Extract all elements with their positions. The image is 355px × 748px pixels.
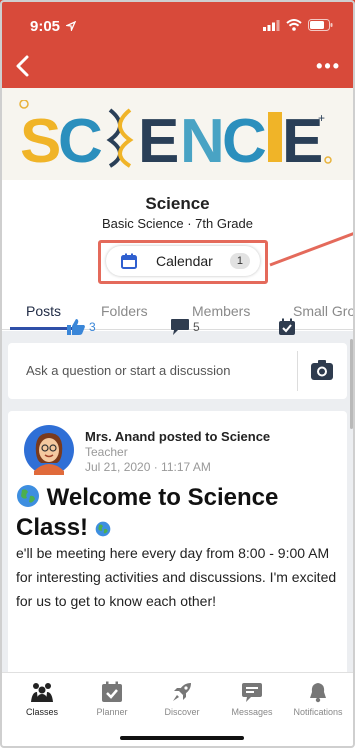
nav-notifications[interactable]: Notifications — [284, 681, 352, 717]
class-title: Science — [145, 194, 210, 213]
camera-icon[interactable] — [310, 359, 334, 381]
ruler-icon — [268, 112, 282, 162]
status-time: 9:05 — [30, 18, 77, 35]
thumbs-up-icon — [67, 319, 85, 335]
banner-letter-e: E — [138, 107, 179, 172]
teacher-avatar[interactable] — [24, 425, 74, 475]
banner-letter-c2: C — [222, 107, 267, 172]
post-heading-text: Welcome to Science Class! — [16, 484, 279, 541]
feed-scrollbar[interactable] — [350, 339, 353, 429]
nav-classes-label: Classes — [25, 707, 58, 717]
posts-feed[interactable]: Ask a question or start a discussion Mrs… — [0, 331, 355, 672]
comment-icon — [171, 319, 189, 335]
messages-icon — [242, 683, 262, 702]
save-to-planner-button[interactable] — [278, 318, 296, 336]
dna-icon — [106, 108, 134, 168]
header-bar: 9:05 ••• — [0, 0, 355, 88]
like-count: 3 — [89, 320, 96, 334]
class-banner: S C E N C E + — [0, 88, 355, 180]
post-heading: Welcome to Science Class! — [16, 483, 336, 543]
bell-icon — [310, 683, 326, 703]
post-card[interactable]: Mrs. Anand posted to Science Teacher Jul… — [8, 411, 347, 672]
signal-icon — [263, 19, 280, 31]
nav-messages[interactable]: Messages — [218, 681, 286, 717]
more-options-button[interactable]: ••• — [316, 56, 341, 77]
nav-classes[interactable]: Classes — [8, 681, 76, 717]
svg-text:+: + — [318, 111, 325, 125]
chevron-left-icon — [16, 55, 29, 77]
calendar-label: Calendar — [156, 253, 213, 269]
calendar-check-icon — [279, 318, 295, 335]
post-reactions: 3 5 — [8, 316, 347, 338]
composer-divider — [297, 351, 298, 391]
battery-icon — [308, 19, 333, 31]
banner-letter-s: S — [20, 107, 59, 172]
wifi-icon — [286, 19, 302, 31]
globe-small-icon — [95, 521, 111, 537]
status-icons — [263, 19, 333, 31]
rocket-icon — [173, 683, 191, 701]
comment-count: 5 — [193, 320, 200, 334]
post-body: e'll be meeting here every day from 8:00… — [16, 545, 337, 609]
calendar-icon — [121, 253, 137, 269]
post-composer[interactable]: Ask a question or start a discussion — [8, 343, 347, 399]
composer-placeholder[interactable]: Ask a question or start a discussion — [26, 363, 231, 378]
globe-icon — [17, 485, 39, 507]
post-timestamp: Jul 21, 2020 · 11:17 AM — [85, 460, 211, 474]
calendar-button[interactable]: Calendar 1 — [106, 246, 260, 276]
nav-planner[interactable]: Planner — [78, 681, 146, 717]
like-button[interactable]: 3 — [66, 318, 96, 336]
comment-button[interactable]: 5 — [170, 318, 200, 336]
nav-planner-label: Planner — [96, 707, 128, 717]
location-arrow-icon — [64, 20, 77, 33]
nav-discover-label: Discover — [164, 707, 200, 717]
science-banner-art: S C E N C E + — [19, 100, 332, 172]
calendar-count-badge: 1 — [229, 253, 250, 269]
back-button[interactable] — [10, 52, 38, 80]
classes-icon — [31, 683, 53, 702]
post-author-line: Mrs. Anand posted to Science — [85, 429, 271, 444]
callout-arrow-line — [269, 231, 355, 267]
nav-messages-label: Messages — [231, 707, 273, 717]
banner-letter-c: C — [58, 107, 103, 172]
planner-icon — [102, 681, 122, 702]
nav-discover[interactable]: Discover — [148, 681, 216, 717]
home-indicator — [120, 736, 244, 740]
nav-notifications-label: Notifications — [293, 707, 343, 717]
post-author-role: Teacher — [85, 445, 128, 459]
banner-letter-n: N — [180, 107, 225, 172]
